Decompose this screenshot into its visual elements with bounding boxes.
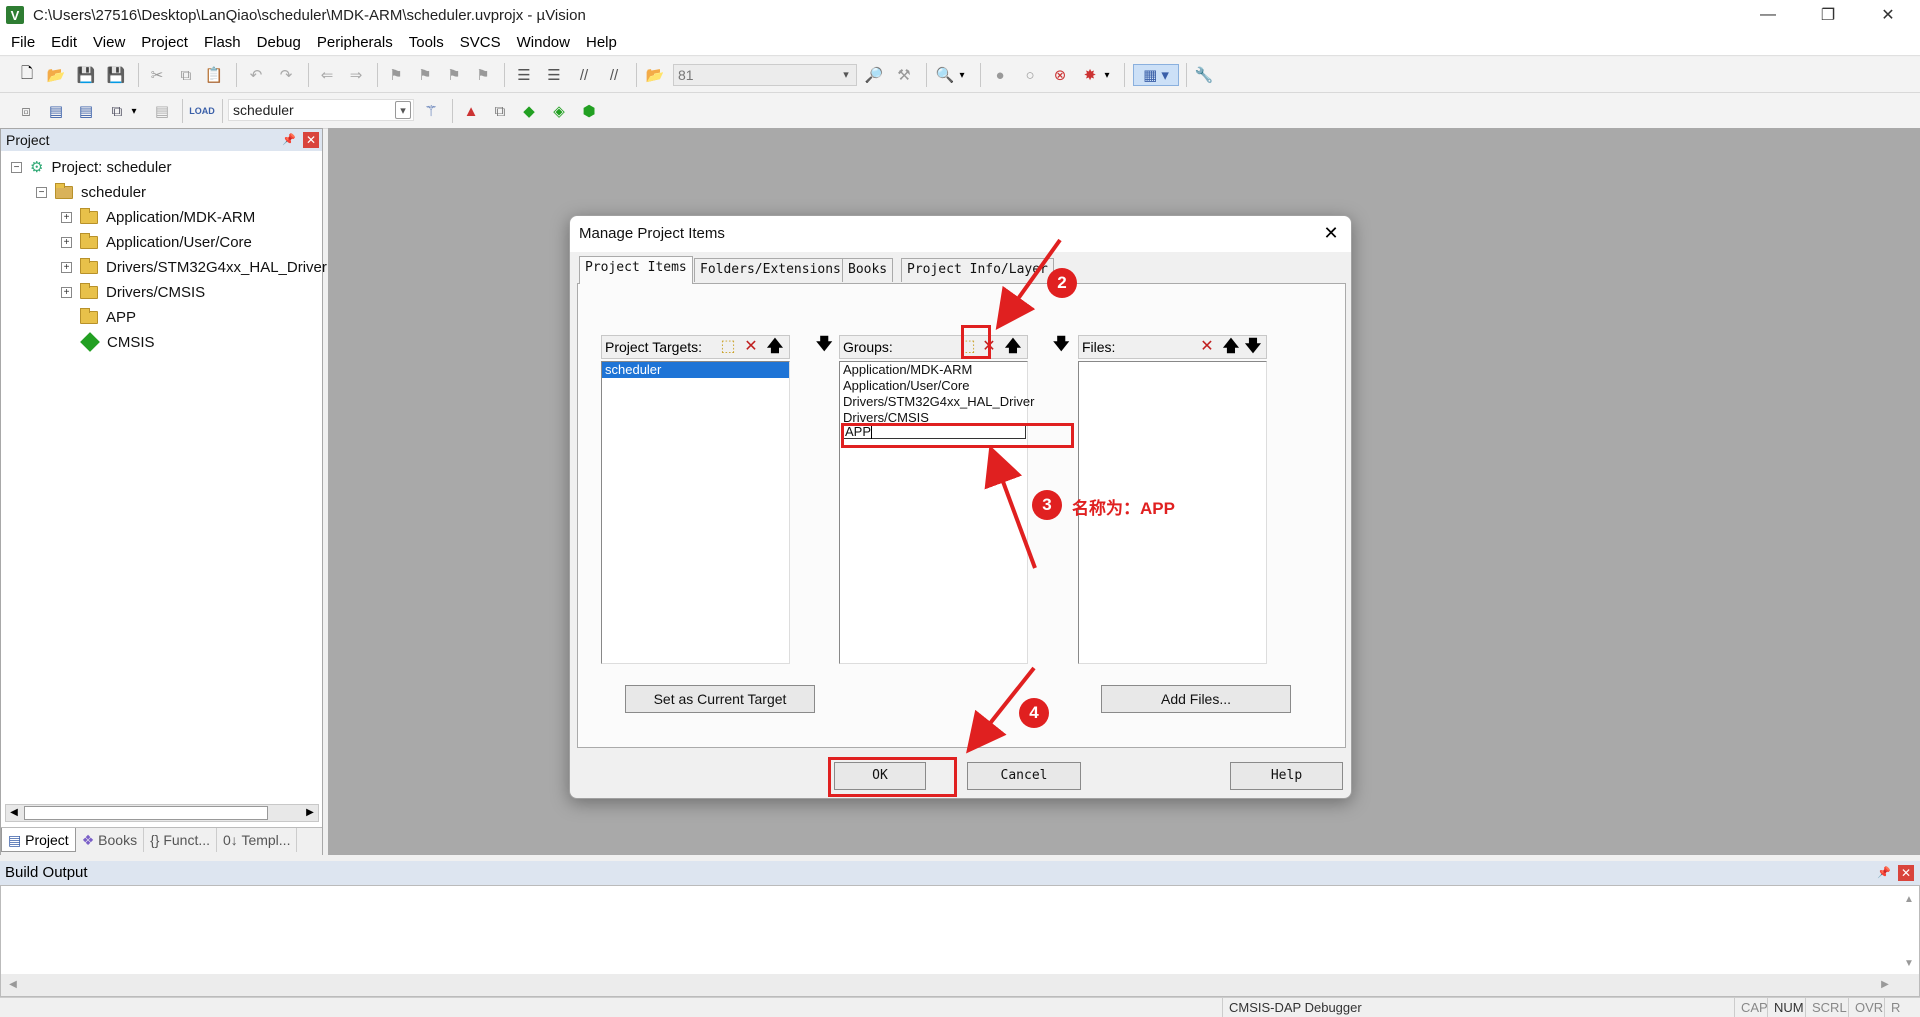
arrow-to-group-name (984, 444, 1037, 569)
annotation-arrows (966, 238, 1062, 754)
step-3-badge: 3 (1032, 490, 1062, 520)
step-4-badge: 4 (1019, 698, 1049, 728)
tab-project-items[interactable]: Project Items (579, 256, 693, 284)
step-3-note: 名称为：APP (1072, 499, 1175, 518)
step-2-badge: 2 (1047, 268, 1077, 298)
